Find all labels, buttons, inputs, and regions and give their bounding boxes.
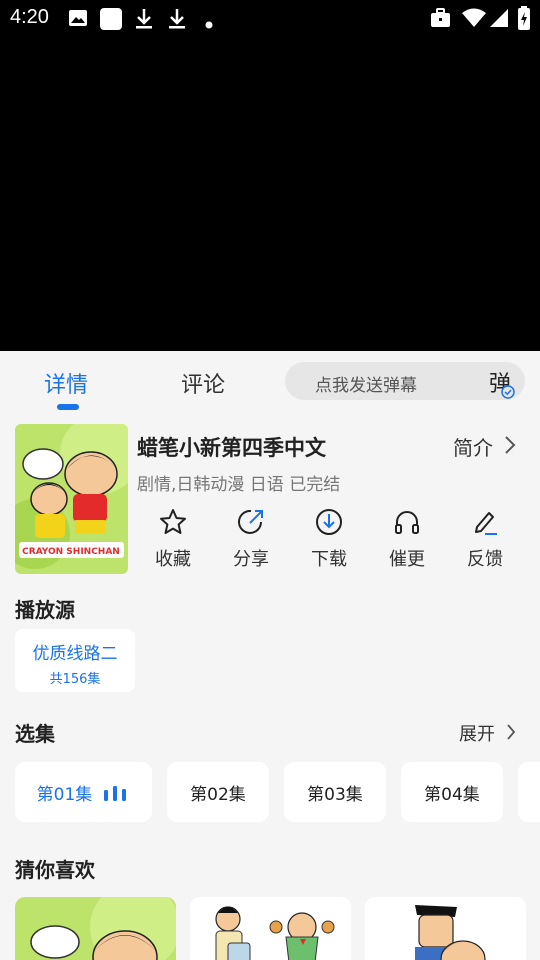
source-name: 优质线路二 (32, 644, 118, 664)
share-button[interactable]: 分享 (221, 507, 281, 571)
danmu-toggle-button[interactable]: 弹 (489, 366, 515, 399)
svg-text:CRAYON SHINCHAN: CRAYON SHINCHAN (22, 547, 120, 557)
episode-item-partial[interactable] (518, 762, 540, 822)
briefcase-icon (430, 8, 451, 32)
check-circle-icon (501, 385, 515, 399)
download-label: 下载 (311, 549, 347, 570)
favorite-label: 收藏 (155, 549, 191, 570)
source-card[interactable]: 优质线路二 共156集 (15, 629, 135, 692)
episode-label: 第01集 (36, 784, 93, 805)
share-label: 分享 (233, 549, 269, 570)
episode-item[interactable]: 第04集 (401, 762, 503, 822)
share-icon (238, 509, 263, 534)
detail-panel: 详情 评论 点我发送弹幕 弹 CRAYON SHINCHAN 蜡笔小新第四季中文… (0, 351, 540, 960)
image-icon (68, 8, 88, 32)
playing-bars-icon (104, 786, 127, 801)
download-icon (316, 509, 342, 535)
urge-update-label: 催更 (389, 549, 425, 570)
signal-icon (489, 8, 509, 32)
episode-label: 第03集 (307, 784, 363, 805)
headphones-icon (395, 511, 419, 534)
show-title: 蜡笔小新第四季中文 (137, 436, 326, 460)
recommend-section-title: 猜你喜欢 (15, 858, 95, 882)
feedback-button[interactable]: 反馈 (455, 507, 515, 571)
favorite-button[interactable]: 收藏 (143, 507, 203, 571)
chevron-right-icon[interactable] (503, 435, 517, 459)
recommend-card[interactable] (15, 897, 176, 960)
edit-icon (475, 512, 497, 535)
star-icon (160, 509, 186, 534)
download-button[interactable]: 下载 (299, 507, 359, 571)
episode-item[interactable]: 第01集 (15, 762, 152, 822)
recommend-card[interactable] (365, 897, 526, 960)
episode-item[interactable]: 第03集 (284, 762, 386, 822)
download-icon (167, 8, 187, 34)
tab-comments[interactable]: 评论 (181, 367, 225, 399)
feedback-label: 反馈 (467, 549, 503, 570)
app-icon (100, 8, 122, 34)
episodes-section-title: 选集 (15, 722, 55, 746)
show-poster[interactable]: CRAYON SHINCHAN (15, 424, 128, 574)
status-time: 4:20 (10, 6, 49, 28)
intro-link[interactable]: 简介 (453, 432, 493, 461)
wifi-icon (462, 8, 486, 32)
urge-update-button[interactable]: 催更 (377, 507, 437, 571)
dot-icon (205, 14, 213, 33)
episode-label: 第02集 (190, 784, 246, 805)
tab-details[interactable]: 详情 (44, 367, 88, 399)
show-meta: 剧情,日韩动漫 日语 已完结 (137, 475, 341, 495)
recommend-card[interactable] (190, 897, 351, 960)
status-bar: 4:20 (0, 0, 540, 36)
episode-item[interactable]: 第02集 (167, 762, 269, 822)
tab-indicator (57, 404, 79, 410)
source-section-title: 播放源 (15, 598, 75, 622)
expand-button[interactable]: 展开 (459, 720, 495, 746)
danmu-input[interactable]: 点我发送弹幕 弹 (285, 362, 525, 400)
episode-label: 第04集 (424, 784, 480, 805)
video-player[interactable] (0, 36, 540, 351)
danmu-placeholder: 点我发送弹幕 (315, 376, 417, 396)
source-episode-count: 共156集 (49, 672, 101, 687)
battery-icon (518, 6, 530, 34)
download-icon (134, 8, 154, 34)
chevron-right-icon[interactable] (505, 723, 517, 745)
